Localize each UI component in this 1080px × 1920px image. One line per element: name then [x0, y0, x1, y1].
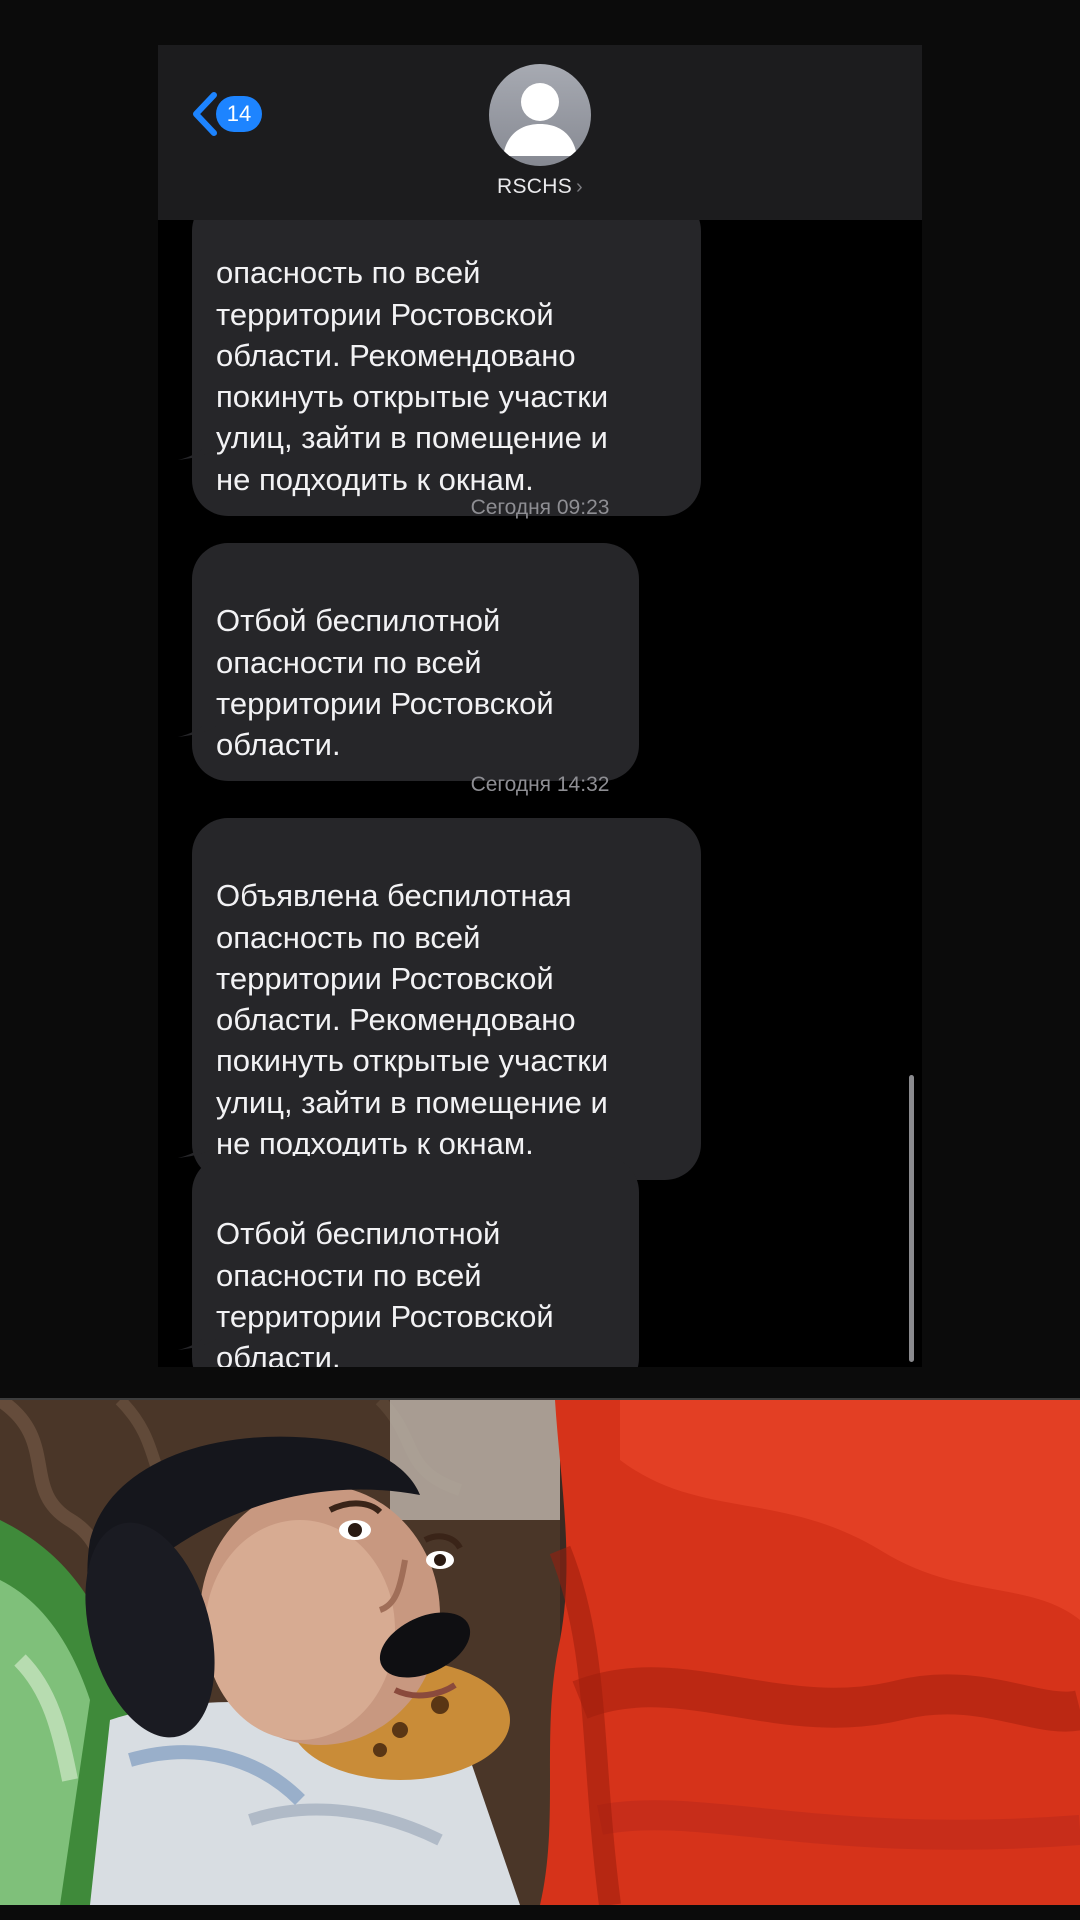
- messages-screen: опасность по всей территории Ростовской …: [158, 45, 922, 1367]
- meme-photo: [0, 1400, 1080, 1905]
- person-silhouette-icon: [503, 83, 577, 156]
- contact-avatar[interactable]: [489, 64, 591, 166]
- message-bubble[interactable]: Отбой беспилотной опасности по всей терр…: [192, 543, 639, 782]
- message-bubble[interactable]: опасность по всей территории Ростовской …: [192, 195, 701, 517]
- message-thread[interactable]: опасность по всей территории Ростовской …: [158, 45, 922, 1367]
- back-button[interactable]: 14: [188, 91, 262, 137]
- contact-name-button[interactable]: RSCHS ›: [158, 175, 922, 199]
- bubble-tail-icon: [178, 1320, 218, 1350]
- message-text: Отбой беспилотной опасности по всей терр…: [216, 603, 554, 763]
- scrollbar[interactable]: [909, 1075, 914, 1362]
- message-bubble[interactable]: Отбой беспилотной опасности по всей терр…: [192, 1156, 639, 1367]
- bubble-tail-icon: [178, 430, 218, 460]
- timestamp: Сегодня 14:32: [470, 773, 610, 796]
- message-text: опасность по всей территории Ростовской …: [216, 255, 609, 497]
- bubble-tail-icon: [178, 707, 218, 737]
- bubble-tail-icon: [178, 1128, 218, 1158]
- contact-name: RSCHS: [497, 175, 573, 198]
- message-text: Отбой беспилотной опасности по всей терр…: [216, 1216, 554, 1367]
- person-lying-in-bed-image: [0, 1400, 1080, 1905]
- message-text: Объявлена беспилотная опасность по всей …: [216, 878, 609, 1162]
- message-bubble[interactable]: Объявлена беспилотная опасность по всей …: [192, 818, 701, 1181]
- unread-count-badge: 14: [216, 96, 262, 132]
- conversation-header: 14 RSCHS ›: [158, 45, 922, 220]
- chevron-right-icon: ›: [576, 176, 583, 198]
- timestamp: Сегодня 09:23: [470, 496, 610, 519]
